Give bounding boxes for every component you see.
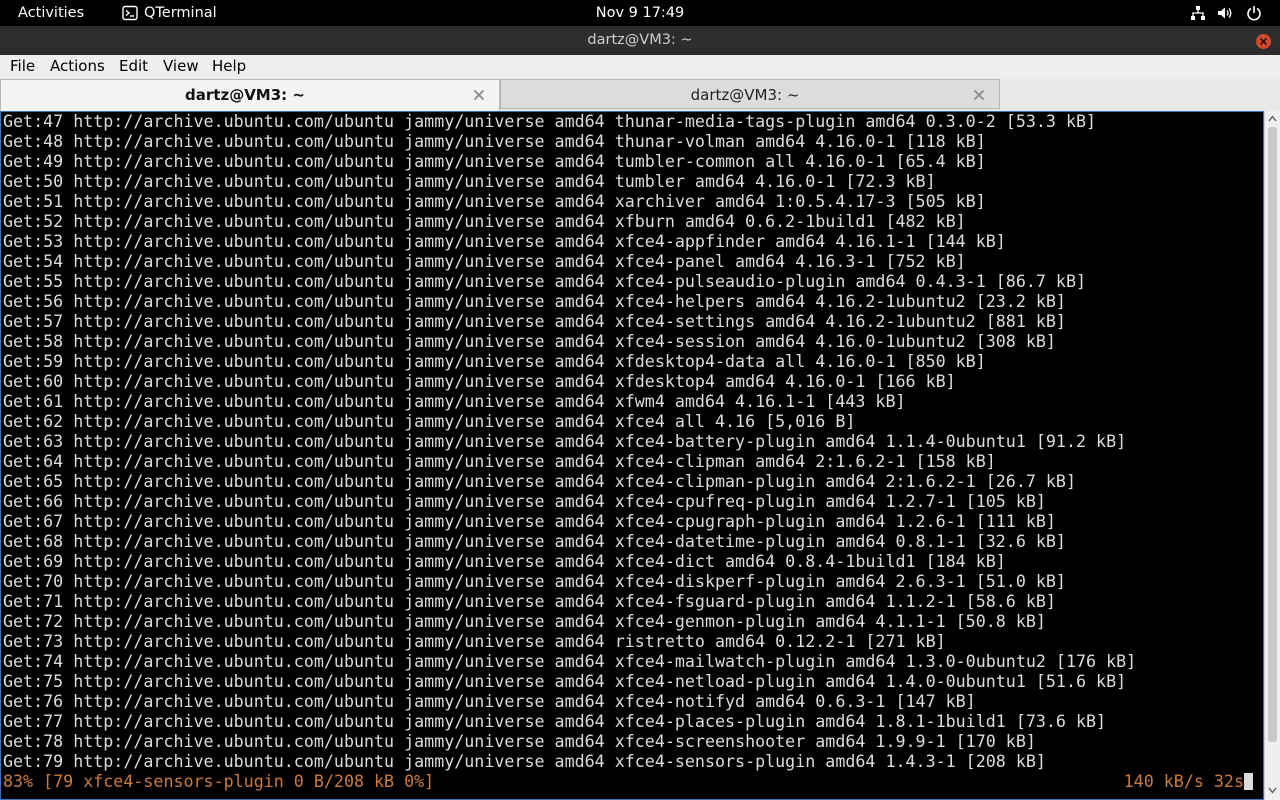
tab-close-icon[interactable] — [473, 89, 485, 101]
terminal-line: Get:78 http://archive.ubuntu.com/ubuntu … — [3, 732, 1036, 751]
terminal-line: Get:77 http://archive.ubuntu.com/ubuntu … — [3, 712, 1107, 731]
download-rate: 140 kB/s 32s — [1123, 772, 1244, 791]
window-close-button[interactable] — [1256, 34, 1271, 49]
terminal-line: Get:55 http://archive.ubuntu.com/ubuntu … — [3, 272, 1087, 291]
terminal-line: Get:65 http://archive.ubuntu.com/ubuntu … — [3, 472, 1076, 491]
tab-terminal-2[interactable]: dartz@VM3: ~ — [500, 79, 1000, 109]
terminal-view[interactable]: Get:47 http://archive.ubuntu.com/ubuntu … — [0, 111, 1264, 800]
terminal-line: Get:52 http://archive.ubuntu.com/ubuntu … — [3, 212, 966, 231]
power-icon[interactable] — [1246, 5, 1262, 21]
terminal-line: Get:48 http://archive.ubuntu.com/ubuntu … — [3, 132, 986, 151]
app-menu-button[interactable]: QTerminal — [122, 0, 217, 26]
menu-file[interactable]: File — [10, 55, 35, 79]
menu-help[interactable]: Help — [212, 55, 246, 79]
terminal-line: Get:60 http://archive.ubuntu.com/ubuntu … — [3, 372, 956, 391]
terminal-line: Get:54 http://archive.ubuntu.com/ubuntu … — [3, 252, 966, 271]
terminal-line: Get:56 http://archive.ubuntu.com/ubuntu … — [3, 292, 1066, 311]
tab-bar: dartz@VM3: ~ dartz@VM3: ~ — [0, 79, 1280, 111]
window-title-bar[interactable]: dartz@VM3: ~ — [0, 26, 1280, 55]
terminal-line: Get:62 http://archive.ubuntu.com/ubuntu … — [3, 412, 856, 431]
volume-icon[interactable] — [1217, 5, 1233, 21]
terminal-line: Get:50 http://archive.ubuntu.com/ubuntu … — [3, 172, 936, 191]
tab-label: dartz@VM3: ~ — [690, 86, 800, 104]
terminal-icon — [122, 5, 138, 21]
tab-close-icon[interactable] — [973, 89, 985, 101]
terminal-line: Get:66 http://archive.ubuntu.com/ubuntu … — [3, 492, 1046, 511]
menu-actions[interactable]: Actions — [50, 55, 105, 79]
scrollbar-thumb[interactable] — [1268, 127, 1277, 742]
activities-button[interactable]: Activities — [18, 0, 84, 26]
app-name: QTerminal — [144, 5, 217, 21]
terminal-line: Get:58 http://archive.ubuntu.com/ubuntu … — [3, 332, 1056, 351]
menu-view[interactable]: View — [163, 55, 199, 79]
terminal-line: Get:70 http://archive.ubuntu.com/ubuntu … — [3, 572, 1066, 591]
terminal-line: Get:51 http://archive.ubuntu.com/ubuntu … — [3, 192, 986, 211]
terminal-line: Get:68 http://archive.ubuntu.com/ubuntu … — [3, 532, 1066, 551]
terminal-scrollbar[interactable] — [1264, 111, 1280, 800]
terminal-line: Get:71 http://archive.ubuntu.com/ubuntu … — [3, 592, 1056, 611]
apt-progress-text: 83% [79 xfce4-sensors-plugin 0 B/208 kB … — [3, 772, 435, 791]
terminal-line: Get:72 http://archive.ubuntu.com/ubuntu … — [3, 612, 1046, 631]
terminal-line: Get:76 http://archive.ubuntu.com/ubuntu … — [3, 692, 976, 711]
tab-terminal-1[interactable]: dartz@VM3: ~ — [0, 79, 500, 111]
scroll-down-arrow-icon[interactable] — [1268, 787, 1277, 794]
terminal-line: Get:57 http://archive.ubuntu.com/ubuntu … — [3, 312, 1066, 331]
apt-rate-text: 140 kB/s 32s — [1124, 772, 1253, 792]
terminal-line: Get:61 http://archive.ubuntu.com/ubuntu … — [3, 392, 906, 411]
terminal-output: Get:47 http://archive.ubuntu.com/ubuntu … — [3, 112, 1136, 772]
terminal-line: Get:64 http://archive.ubuntu.com/ubuntu … — [3, 452, 996, 471]
terminal-line: Get:69 http://archive.ubuntu.com/ubuntu … — [3, 552, 1006, 571]
menu-bar: File Actions Edit View Help — [0, 55, 1280, 80]
network-icon[interactable] — [1190, 5, 1206, 21]
terminal-line: Get:74 http://archive.ubuntu.com/ubuntu … — [3, 652, 1137, 671]
menu-edit[interactable]: Edit — [119, 55, 148, 79]
terminal-line: Get:49 http://archive.ubuntu.com/ubuntu … — [3, 152, 986, 171]
terminal-line: Get:75 http://archive.ubuntu.com/ubuntu … — [3, 672, 1127, 691]
scroll-up-arrow-icon[interactable] — [1268, 115, 1277, 122]
close-icon — [1259, 37, 1268, 46]
tab-label: dartz@VM3: ~ — [185, 86, 305, 104]
terminal-line: Get:67 http://archive.ubuntu.com/ubuntu … — [3, 512, 1056, 531]
clock[interactable]: Nov 9 17:49 — [596, 5, 685, 21]
terminal-line: Get:59 http://archive.ubuntu.com/ubuntu … — [3, 352, 986, 371]
system-top-bar: Nov 9 17:49 Activities QTerminal — [0, 0, 1280, 26]
terminal-line: Get:73 http://archive.ubuntu.com/ubuntu … — [3, 632, 946, 651]
terminal-line: Get:63 http://archive.ubuntu.com/ubuntu … — [3, 432, 1127, 451]
terminal-line: Get:79 http://archive.ubuntu.com/ubuntu … — [3, 752, 1046, 771]
terminal-line: Get:53 http://archive.ubuntu.com/ubuntu … — [3, 232, 1006, 251]
terminal-cursor — [1244, 773, 1253, 790]
terminal-line: Get:47 http://archive.ubuntu.com/ubuntu … — [3, 112, 1097, 131]
window-title: dartz@VM3: ~ — [587, 32, 693, 48]
